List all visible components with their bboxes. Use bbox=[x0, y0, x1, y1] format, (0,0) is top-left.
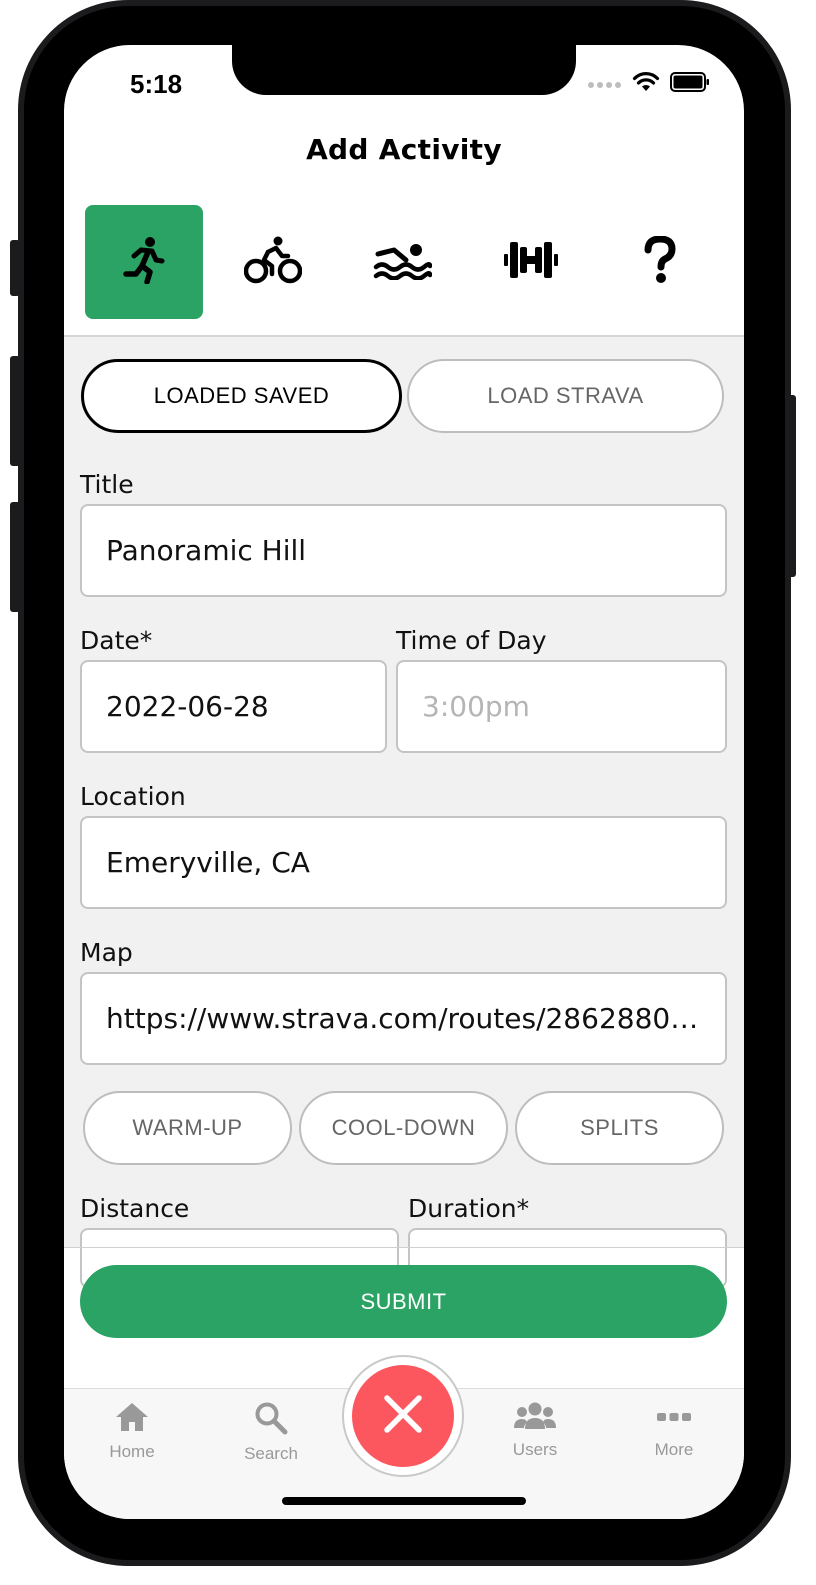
tab-search-label: Search bbox=[244, 1444, 298, 1463]
loaded-saved-button[interactable]: LOADED SAVED bbox=[81, 359, 402, 433]
tab-search[interactable]: Search bbox=[211, 1401, 331, 1464]
phone-volume-down bbox=[10, 502, 20, 612]
activity-type-swim[interactable] bbox=[343, 205, 461, 319]
tab-more-label: More bbox=[654, 1440, 694, 1459]
tab-home[interactable]: Home bbox=[72, 1401, 192, 1462]
users-icon bbox=[513, 1402, 557, 1435]
app-screen: 5:18 Add Activity LOADED SAVED LOAD STRA… bbox=[64, 45, 744, 1519]
activity-type-bike[interactable] bbox=[214, 205, 332, 319]
close-button[interactable] bbox=[342, 1355, 464, 1477]
weights-icon bbox=[502, 238, 560, 287]
search-icon bbox=[254, 1402, 288, 1439]
wifi-icon bbox=[632, 71, 660, 98]
page-title: Add Activity bbox=[306, 133, 502, 166]
activity-type-run[interactable] bbox=[85, 205, 203, 319]
tab-more[interactable]: More bbox=[614, 1401, 734, 1460]
location-label: Location bbox=[80, 782, 186, 811]
close-button-circle bbox=[352, 1365, 454, 1467]
duration-label: Duration* bbox=[408, 1194, 530, 1223]
close-icon bbox=[381, 1392, 425, 1441]
map-label: Map bbox=[80, 938, 133, 967]
title-input[interactable]: Panoramic Hill bbox=[80, 504, 727, 597]
battery-icon bbox=[670, 72, 710, 97]
submit-button[interactable]: SUBMIT bbox=[80, 1265, 727, 1338]
time-of-day-label: Time of Day bbox=[396, 626, 547, 655]
status-time: 5:18 bbox=[130, 69, 183, 99]
tab-home-label: Home bbox=[109, 1442, 155, 1461]
time-of-day-input[interactable]: 3:00pm bbox=[396, 660, 727, 753]
location-input[interactable]: Emeryville, CA bbox=[80, 816, 727, 909]
activity-type-weights[interactable] bbox=[472, 205, 590, 319]
cool-down-button[interactable]: COOL-DOWN bbox=[299, 1091, 508, 1165]
warm-up-button[interactable]: WARM-UP bbox=[83, 1091, 292, 1165]
load-strava-button[interactable]: LOAD STRAVA bbox=[407, 359, 724, 433]
activity-type-other[interactable] bbox=[601, 205, 719, 319]
status-icons bbox=[588, 71, 710, 98]
tab-users[interactable]: Users bbox=[475, 1401, 595, 1460]
splits-button[interactable]: SPLITS bbox=[515, 1091, 724, 1165]
title-label: Title bbox=[80, 470, 134, 499]
home-indicator bbox=[282, 1497, 526, 1505]
phone-power-button bbox=[788, 395, 796, 577]
question-icon bbox=[643, 234, 677, 289]
phone-side-button bbox=[10, 240, 20, 296]
swim-icon bbox=[372, 240, 433, 285]
date-label: Date* bbox=[80, 626, 153, 655]
date-input[interactable]: 2022-06-28 bbox=[80, 660, 387, 753]
bike-icon bbox=[243, 236, 303, 289]
notch bbox=[232, 45, 576, 95]
form-bottom-divider bbox=[64, 1247, 744, 1248]
more-icon bbox=[656, 1413, 692, 1435]
activity-form: LOADED SAVED LOAD STRAVA Title Panoramic… bbox=[64, 337, 744, 1288]
distance-label: Distance bbox=[80, 1194, 190, 1223]
phone-volume-up bbox=[10, 356, 20, 466]
signal-dots-icon bbox=[588, 76, 622, 94]
tab-users-label: Users bbox=[512, 1440, 558, 1459]
home-icon bbox=[114, 1403, 150, 1437]
map-input[interactable]: https://www.strava.com/routes/2862880093 bbox=[80, 972, 727, 1065]
map-input-value: https://www.strava.com/routes/2862880093 bbox=[106, 1002, 724, 1035]
activity-type-selector bbox=[64, 203, 744, 321]
run-icon bbox=[122, 236, 166, 289]
